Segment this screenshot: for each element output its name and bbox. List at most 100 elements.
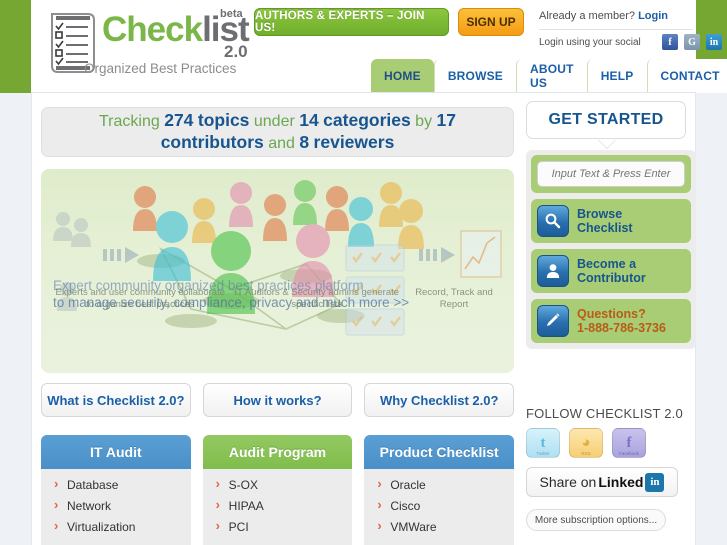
browse-checklist-label: Browse Checklist bbox=[577, 207, 633, 235]
hero-headline-line-2: to manage security, compliance, privacy … bbox=[53, 295, 410, 310]
stats-word-contributors: contributors bbox=[160, 132, 264, 152]
member-prompt-text: Already a member? bbox=[539, 10, 635, 22]
hero-caption: Expert community organized best practice… bbox=[41, 277, 514, 311]
site-header: Checklist beta 2.0 Organized Best Practi… bbox=[31, 0, 727, 93]
search-input[interactable] bbox=[537, 161, 685, 187]
hero-headline-line-1: Expert community organized best practice… bbox=[53, 278, 364, 293]
facebook-glyph: f bbox=[626, 434, 632, 451]
category-title-product-checklist: Product Checklist bbox=[364, 435, 515, 469]
logo-tagline: Organized Best Practices bbox=[84, 61, 237, 76]
questions-phone-number: 1-888-786-3736 bbox=[577, 321, 666, 335]
browse-checklist-line-1: Browse bbox=[577, 207, 623, 221]
logo-beta-tag: beta bbox=[220, 8, 243, 20]
social-login-google-icon[interactable]: G bbox=[684, 34, 700, 50]
list-item[interactable]: VMWare bbox=[364, 518, 514, 541]
list-item[interactable]: Database bbox=[41, 476, 191, 499]
search-row bbox=[531, 155, 691, 193]
browse-checklist-line-2: Checklist bbox=[577, 221, 633, 235]
category-list-audit-program: S-OX HIPAA PCI bbox=[203, 469, 353, 541]
info-button-row: What is Checklist 2.0? How it works? Why… bbox=[41, 383, 515, 417]
questions-label: Questions? 1-888-786-3736 bbox=[577, 307, 666, 335]
browse-checklist-action[interactable]: Browse Checklist bbox=[531, 199, 691, 243]
tracking-stats-banner: Tracking 274 topics under 14 categories … bbox=[41, 107, 514, 157]
hero-banner[interactable]: Experts and user community collaborate t… bbox=[41, 169, 514, 373]
facebook-caption: Facebook bbox=[619, 451, 639, 456]
become-contributor-line-1: Become a bbox=[577, 257, 637, 271]
nav-item-home[interactable]: HOME bbox=[371, 59, 434, 93]
stats-topics-count: 274 bbox=[164, 110, 194, 130]
list-item[interactable]: PCI bbox=[203, 518, 353, 541]
linkedin-badge-icon: in bbox=[645, 472, 665, 492]
stats-word-tracking: Tracking bbox=[99, 113, 160, 130]
sign-up-button[interactable]: SIGN UP bbox=[458, 8, 524, 36]
get-started-callout: GET STARTED bbox=[526, 101, 686, 148]
list-item[interactable]: Oracle bbox=[364, 476, 514, 499]
share-on-linkedin-button[interactable]: Share on Linked in bbox=[526, 467, 678, 497]
main-navigation: HOME BROWSE ABOUT US HELP CONTACT bbox=[371, 59, 727, 93]
rss-icon[interactable]: ◕ RSS bbox=[569, 428, 603, 458]
magnifier-icon bbox=[537, 205, 569, 237]
nav-item-contact[interactable]: CONTACT bbox=[646, 59, 727, 93]
rss-caption: RSS bbox=[581, 451, 591, 456]
stats-categories-count: 14 bbox=[299, 110, 319, 130]
site-logo[interactable]: Checklist beta 2.0 Organized Best Practi… bbox=[44, 6, 269, 88]
list-item[interactable]: S-OX bbox=[203, 476, 353, 499]
stats-word-and: and bbox=[268, 135, 295, 152]
category-list-it-audit: Database Network Virtualization bbox=[41, 469, 191, 541]
callout-pointer bbox=[598, 139, 616, 148]
list-item[interactable]: HIPAA bbox=[203, 497, 353, 520]
pencil-icon bbox=[537, 305, 569, 337]
linkedin-wordmark: Linked bbox=[598, 474, 644, 490]
become-contributor-action[interactable]: Become a Contributor bbox=[531, 249, 691, 293]
login-link[interactable]: Login bbox=[638, 10, 668, 22]
stats-word-topics: topics bbox=[197, 110, 250, 130]
follow-icon-row: t Twitter ◕ RSS f Facebook bbox=[526, 428, 646, 458]
become-contributor-line-2: Contributor bbox=[577, 271, 646, 285]
category-columns: IT Audit Database Network Virtualization… bbox=[41, 435, 515, 545]
nav-item-about-us[interactable]: ABOUT US bbox=[516, 59, 587, 93]
twitter-glyph: t bbox=[540, 434, 546, 451]
logo-version: 2.0 bbox=[224, 42, 248, 61]
main-content: Tracking 274 topics under 14 categories … bbox=[31, 93, 696, 545]
category-column-it-audit: IT Audit Database Network Virtualization bbox=[41, 435, 191, 545]
social-login-linkedin-icon[interactable]: in bbox=[706, 34, 722, 50]
list-item[interactable]: Cisco bbox=[364, 497, 514, 520]
questions-line-1: Questions? bbox=[577, 307, 646, 321]
stats-word-by: by bbox=[415, 113, 433, 130]
twitter-icon[interactable]: t Twitter bbox=[526, 428, 560, 458]
facebook-icon[interactable]: f Facebook bbox=[612, 428, 646, 458]
rss-glyph: ◕ bbox=[581, 434, 591, 451]
share-on-label: Share on bbox=[539, 474, 597, 490]
follow-section-title: FOLLOW CHECKLIST 2.0 bbox=[526, 406, 683, 421]
header-divider bbox=[539, 29, 693, 30]
authors-experts-join-button[interactable]: AUTHORS & EXPERTS – JOIN US! bbox=[254, 8, 449, 36]
stats-word-categories: categories bbox=[323, 110, 411, 130]
category-title-audit-program: Audit Program bbox=[202, 435, 353, 469]
list-item[interactable]: Network bbox=[41, 497, 191, 520]
nav-item-browse[interactable]: BROWSE bbox=[433, 59, 517, 93]
user-icon bbox=[537, 255, 569, 287]
category-column-product-checklist: Product Checklist Oracle Cisco VMWare bbox=[364, 435, 515, 545]
how-it-works-button[interactable]: How it works? bbox=[202, 383, 353, 417]
why-checklist-button[interactable]: Why Checklist 2.0? bbox=[364, 383, 515, 417]
social-login-facebook-icon[interactable]: f bbox=[662, 34, 678, 50]
get-started-title: GET STARTED bbox=[526, 101, 686, 139]
get-started-panel: Browse Checklist Become a Contributor bbox=[526, 150, 696, 349]
stats-contributors-count: 17 bbox=[436, 110, 456, 130]
stats-word-under: under bbox=[253, 113, 295, 130]
nav-item-help[interactable]: HELP bbox=[586, 59, 647, 93]
stats-reviewers-count: 8 bbox=[299, 132, 310, 152]
stats-word-reviewers: reviewers bbox=[313, 132, 395, 152]
category-list-product-checklist: Oracle Cisco VMWare bbox=[364, 469, 514, 541]
hero-network-illustration bbox=[53, 180, 502, 336]
social-login-label: Login using your social bbox=[539, 37, 641, 48]
category-column-audit-program: Audit Program S-OX HIPAA PCI bbox=[202, 435, 353, 545]
logo-check-text: Check bbox=[102, 10, 203, 49]
more-subscription-options-button[interactable]: More subscription options... bbox=[526, 509, 666, 531]
questions-action[interactable]: Questions? 1-888-786-3736 bbox=[531, 299, 691, 343]
left-green-rail bbox=[0, 0, 31, 93]
right-sidebar: GET STARTED Browse Checklist bbox=[526, 101, 696, 531]
list-item[interactable]: Virtualization bbox=[41, 518, 191, 541]
what-is-checklist-button[interactable]: What is Checklist 2.0? bbox=[41, 383, 191, 417]
member-prompt-row: Already a member? Login bbox=[539, 10, 668, 22]
